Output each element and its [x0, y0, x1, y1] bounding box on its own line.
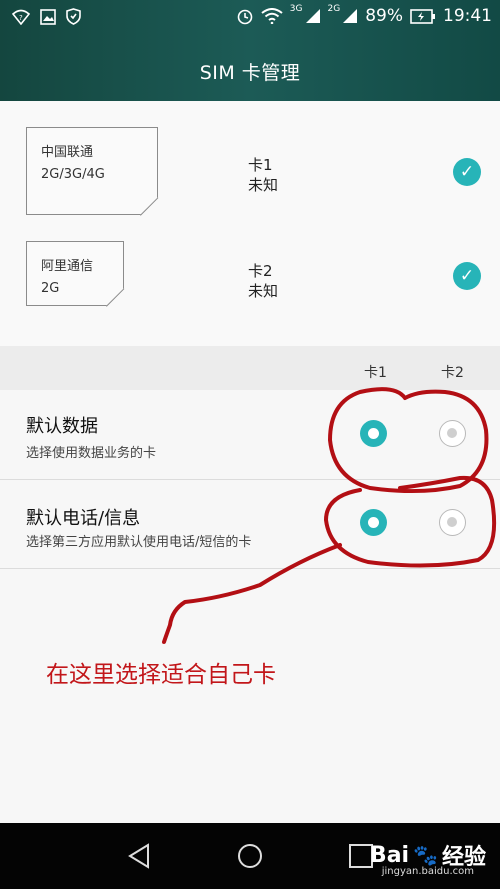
default-call-title: 默认电话/信息	[26, 508, 141, 529]
network-2g-label: 2G	[327, 4, 341, 14]
alarm-icon	[237, 9, 253, 25]
sim-card-1-info[interactable]: 卡1 未知	[248, 155, 278, 195]
signal-icon-sim1	[305, 9, 320, 23]
sim-card-1-enabled-check-icon[interactable]: ✓	[453, 158, 481, 186]
back-icon[interactable]	[124, 841, 154, 871]
wifi-question-icon: ?	[12, 9, 30, 25]
page-title: SIM 卡管理	[199, 62, 301, 84]
sim-card-2-carrier: 阿里通信	[41, 259, 94, 274]
sim-card-1-graphic: 中国联通 2G/3G/4G	[26, 127, 158, 215]
sim-card-1-carrier: 中国联通	[41, 145, 94, 160]
sim-card-2-info[interactable]: 卡2 未知	[248, 261, 278, 301]
svg-text:?: ?	[19, 14, 23, 22]
column-header-card1: 卡1	[364, 365, 387, 381]
status-time: 19:41	[443, 6, 492, 26]
default-call-card1-radio[interactable]	[360, 509, 387, 536]
watermark-url: jingyan.baidu.com	[381, 866, 474, 877]
default-call-card2-radio[interactable]	[439, 509, 466, 536]
default-data-card1-radio[interactable]	[360, 420, 387, 447]
sim-card-2-network: 2G	[41, 281, 60, 296]
sim-card-1-state: 未知	[248, 176, 279, 194]
default-data-title: 默认数据	[26, 416, 98, 437]
signal-icon-sim2	[343, 9, 358, 23]
column-header-card2: 卡2	[441, 365, 464, 381]
sim-card-list: 中国联通 2G/3G/4G 卡1 未知 ✓ 阿里通信 2G 卡2 未知 ✓	[0, 101, 500, 346]
app-header: ? 3G 2G 89% 19:41 SIM 卡管理	[0, 0, 500, 101]
column-header-strip	[0, 346, 500, 390]
battery-charging-icon	[410, 8, 435, 24]
annotation-text: 在这里选择适合自己卡	[46, 662, 276, 688]
paw-icon: 🐾	[413, 843, 438, 867]
sim-card-2-enabled-check-icon[interactable]: ✓	[453, 262, 481, 290]
default-data-card2-radio[interactable]	[439, 420, 466, 447]
battery-percent: 89%	[365, 6, 403, 26]
watermark-brand: Bai	[369, 842, 410, 868]
sim-card-2-state: 未知	[248, 282, 279, 300]
sim-card-2-graphic: 阿里通信 2G	[26, 241, 124, 306]
gallery-icon	[40, 8, 56, 25]
shield-icon	[66, 8, 81, 25]
sim-card-2-slot: 卡2	[248, 262, 273, 280]
default-call-row: 默认电话/信息 选择第三方应用默认使用电话/短信的卡	[0, 480, 500, 569]
navigation-bar: Bai 🐾 经验	[0, 823, 500, 889]
sim-card-1-slot: 卡1	[248, 156, 273, 174]
status-bar: ? 3G 2G 89% 19:41	[0, 0, 500, 36]
default-data-row: 默认数据 选择使用数据业务的卡	[0, 390, 500, 480]
network-3g-label: 3G	[289, 4, 303, 14]
home-icon[interactable]	[235, 841, 265, 871]
wifi-icon	[261, 8, 283, 24]
default-data-subtitle: 选择使用数据业务的卡	[26, 446, 157, 461]
sim-card-1-network: 2G/3G/4G	[41, 167, 105, 182]
default-call-subtitle: 选择第三方应用默认使用电话/短信的卡	[26, 535, 252, 550]
